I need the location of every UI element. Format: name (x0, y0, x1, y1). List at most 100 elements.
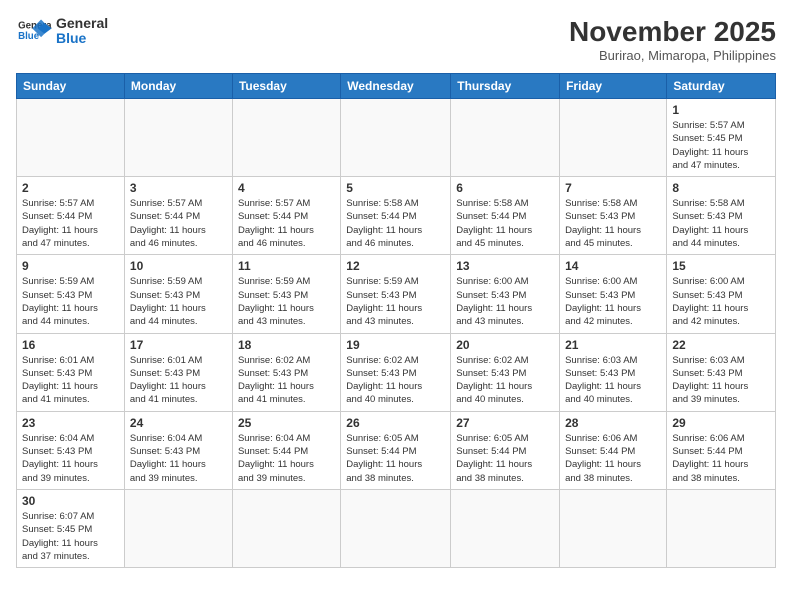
day-info: Sunrise: 5:59 AM Sunset: 5:43 PM Dayligh… (238, 275, 335, 328)
day-info: Sunrise: 5:59 AM Sunset: 5:43 PM Dayligh… (22, 275, 119, 328)
day-info: Sunrise: 6:06 AM Sunset: 5:44 PM Dayligh… (672, 432, 770, 485)
calendar-cell: 26Sunrise: 6:05 AM Sunset: 5:44 PM Dayli… (341, 411, 451, 489)
day-info: Sunrise: 6:01 AM Sunset: 5:43 PM Dayligh… (22, 354, 119, 407)
day-number: 3 (130, 181, 227, 195)
day-number: 29 (672, 416, 770, 430)
day-info: Sunrise: 6:02 AM Sunset: 5:43 PM Dayligh… (346, 354, 445, 407)
calendar-cell: 10 Sunrise: 5:59 AM Sunset: 5:43 PM Dayli… (124, 255, 232, 333)
day-number: 30 (22, 494, 119, 508)
calendar-cell: 14 Sunrise: 6:00 AM Sunset: 5:43 PM Dayli… (560, 255, 667, 333)
calendar-cell: 13 Sunrise: 6:00 AM Sunset: 5:43 PM Dayli… (451, 255, 560, 333)
calendar-cell: 3Sunrise: 5:57 AM Sunset: 5:44 PM Daylig… (124, 177, 232, 255)
calendar-cell: 16 Sunrise: 6:01 AM Sunset: 5:43 PM Dayli… (17, 333, 125, 411)
day-info: Sunrise: 6:04 AM Sunset: 5:44 PM Dayligh… (238, 432, 335, 485)
weekday-header-saturday: Saturday (667, 74, 776, 99)
day-info: Sunrise: 6:03 AM Sunset: 5:43 PM Dayligh… (672, 354, 770, 407)
calendar-cell: 9 Sunrise: 5:59 AM Sunset: 5:43 PM Daylig… (17, 255, 125, 333)
day-info: Sunrise: 6:02 AM Sunset: 5:43 PM Dayligh… (238, 354, 335, 407)
calendar-cell: 25Sunrise: 6:04 AM Sunset: 5:44 PM Dayli… (232, 411, 340, 489)
day-info: Sunrise: 5:58 AM Sunset: 5:43 PM Dayligh… (672, 197, 770, 250)
calendar-cell: 6 Sunrise: 5:58 AM Sunset: 5:44 PM Daylig… (451, 177, 560, 255)
day-number: 20 (456, 338, 554, 352)
day-info: Sunrise: 6:02 AM Sunset: 5:43 PM Dayligh… (456, 354, 554, 407)
calendar-cell (341, 489, 451, 567)
calendar-cell: 5Sunrise: 5:58 AM Sunset: 5:44 PM Daylig… (341, 177, 451, 255)
calendar-cell: 2 Sunrise: 5:57 AM Sunset: 5:44 PM Daylig… (17, 177, 125, 255)
day-info: Sunrise: 6:01 AM Sunset: 5:43 PM Dayligh… (130, 354, 227, 407)
weekday-header-friday: Friday (560, 74, 667, 99)
day-info: Sunrise: 6:07 AM Sunset: 5:45 PM Dayligh… (22, 510, 119, 563)
day-info: Sunrise: 6:00 AM Sunset: 5:43 PM Dayligh… (456, 275, 554, 328)
calendar-cell (667, 489, 776, 567)
day-number: 7 (565, 181, 661, 195)
day-info: Sunrise: 6:06 AM Sunset: 5:44 PM Dayligh… (565, 432, 661, 485)
weekday-header-tuesday: Tuesday (232, 74, 340, 99)
day-info: Sunrise: 5:58 AM Sunset: 5:44 PM Dayligh… (346, 197, 445, 250)
logo-general-text: General (56, 16, 108, 31)
weekday-header-wednesday: Wednesday (341, 74, 451, 99)
day-info: Sunrise: 5:58 AM Sunset: 5:43 PM Dayligh… (565, 197, 661, 250)
day-info: Sunrise: 6:00 AM Sunset: 5:43 PM Dayligh… (565, 275, 661, 328)
day-number: 28 (565, 416, 661, 430)
day-info: Sunrise: 6:04 AM Sunset: 5:43 PM Dayligh… (130, 432, 227, 485)
day-number: 6 (456, 181, 554, 195)
day-info: Sunrise: 5:58 AM Sunset: 5:44 PM Dayligh… (456, 197, 554, 250)
day-info: Sunrise: 5:59 AM Sunset: 5:43 PM Dayligh… (130, 275, 227, 328)
week-row-5: 23 Sunrise: 6:04 AM Sunset: 5:43 PM Dayli… (17, 411, 776, 489)
day-number: 9 (22, 259, 119, 273)
calendar-cell: 8 Sunrise: 5:58 AM Sunset: 5:43 PM Daylig… (667, 177, 776, 255)
day-info: Sunrise: 5:57 AM Sunset: 5:44 PM Dayligh… (238, 197, 335, 250)
day-info: Sunrise: 5:59 AM Sunset: 5:43 PM Dayligh… (346, 275, 445, 328)
day-number: 12 (346, 259, 445, 273)
calendar-cell: 4Sunrise: 5:57 AM Sunset: 5:44 PM Daylig… (232, 177, 340, 255)
calendar-cell: 1 Sunrise: 5:57 AM Sunset: 5:45 PM Daylig… (667, 99, 776, 177)
calendar-cell (560, 489, 667, 567)
calendar-cell: 20 Sunrise: 6:02 AM Sunset: 5:43 PM Dayli… (451, 333, 560, 411)
header: General Blue General Blue November 2025 … (16, 16, 776, 63)
day-number: 22 (672, 338, 770, 352)
week-row-3: 9 Sunrise: 5:59 AM Sunset: 5:43 PM Daylig… (17, 255, 776, 333)
week-row-6: 30 Sunrise: 6:07 AM Sunset: 5:45 PM Dayli… (17, 489, 776, 567)
day-number: 18 (238, 338, 335, 352)
weekday-header-thursday: Thursday (451, 74, 560, 99)
logo-blue-text: Blue (56, 31, 108, 46)
calendar-cell (232, 99, 340, 177)
calendar-cell: 7 Sunrise: 5:58 AM Sunset: 5:43 PM Daylig… (560, 177, 667, 255)
day-number: 17 (130, 338, 227, 352)
day-number: 27 (456, 416, 554, 430)
week-row-2: 2 Sunrise: 5:57 AM Sunset: 5:44 PM Daylig… (17, 177, 776, 255)
day-number: 8 (672, 181, 770, 195)
day-number: 10 (130, 259, 227, 273)
calendar-header-row: SundayMondayTuesdayWednesdayThursdayFrid… (17, 74, 776, 99)
calendar: SundayMondayTuesdayWednesdayThursdayFrid… (16, 73, 776, 568)
calendar-cell: 24Sunrise: 6:04 AM Sunset: 5:43 PM Dayli… (124, 411, 232, 489)
title-area: November 2025 Burirao, Mimaropa, Philipp… (569, 16, 776, 63)
day-number: 14 (565, 259, 661, 273)
day-info: Sunrise: 5:57 AM Sunset: 5:44 PM Dayligh… (22, 197, 119, 250)
day-number: 1 (672, 103, 770, 117)
logo: General Blue General Blue (16, 16, 108, 47)
day-info: Sunrise: 6:05 AM Sunset: 5:44 PM Dayligh… (346, 432, 445, 485)
weekday-header-sunday: Sunday (17, 74, 125, 99)
day-info: Sunrise: 6:00 AM Sunset: 5:43 PM Dayligh… (672, 275, 770, 328)
day-number: 23 (22, 416, 119, 430)
day-info: Sunrise: 5:57 AM Sunset: 5:45 PM Dayligh… (672, 119, 770, 172)
calendar-cell (451, 99, 560, 177)
calendar-cell: 22 Sunrise: 6:03 AM Sunset: 5:43 PM Dayli… (667, 333, 776, 411)
calendar-cell: 27Sunrise: 6:05 AM Sunset: 5:44 PM Dayli… (451, 411, 560, 489)
calendar-cell: 11 Sunrise: 5:59 AM Sunset: 5:43 PM Dayli… (232, 255, 340, 333)
calendar-cell: 28 Sunrise: 6:06 AM Sunset: 5:44 PM Dayli… (560, 411, 667, 489)
calendar-cell (341, 99, 451, 177)
week-row-1: 1 Sunrise: 5:57 AM Sunset: 5:45 PM Daylig… (17, 99, 776, 177)
logo-svg: General Blue (16, 16, 52, 46)
day-number: 16 (22, 338, 119, 352)
calendar-cell: 15Sunrise: 6:00 AM Sunset: 5:43 PM Dayli… (667, 255, 776, 333)
day-number: 11 (238, 259, 335, 273)
calendar-cell (451, 489, 560, 567)
calendar-cell: 19Sunrise: 6:02 AM Sunset: 5:43 PM Dayli… (341, 333, 451, 411)
calendar-cell (17, 99, 125, 177)
day-number: 13 (456, 259, 554, 273)
day-number: 2 (22, 181, 119, 195)
calendar-cell (232, 489, 340, 567)
calendar-cell: 30 Sunrise: 6:07 AM Sunset: 5:45 PM Dayli… (17, 489, 125, 567)
